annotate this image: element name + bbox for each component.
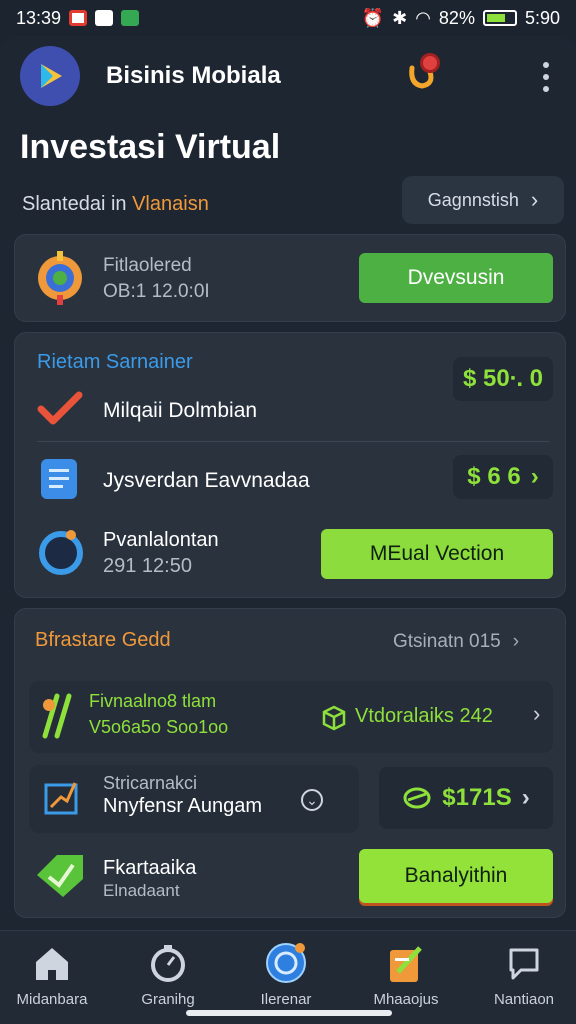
portfolio-card: Bfrastare Gedd Gtsinatn 015 › Fivnaalno8…: [14, 608, 566, 918]
notification-app-icon: [69, 10, 88, 26]
chat-icon: [502, 941, 546, 985]
home-indicator[interactable]: [186, 1010, 392, 1016]
checkmark-icon: [37, 391, 83, 425]
app-logo[interactable]: [20, 46, 80, 106]
home-icon: [30, 941, 74, 985]
page-subtitle: Slantedai in Vlanaisn: [22, 193, 209, 216]
summary-value: $ 50∙. 0: [462, 365, 544, 392]
summary-divider: [37, 441, 549, 442]
chevron-down-icon[interactable]: ⌄: [301, 789, 323, 811]
status-time-left: 13:39: [16, 7, 62, 28]
portfolio-item-1[interactable]: Fivnaalno8 tlam V5o6a5o Soo1oo Vtdoralai…: [29, 681, 553, 753]
nav-item-notes[interactable]: Mhaaojus: [356, 941, 456, 1008]
summary-row3-time: 291 12:50: [103, 555, 192, 577]
notification-messages-icon: [121, 10, 140, 26]
portfolio-header-link[interactable]: Gtsinatn 015 ›: [393, 631, 519, 653]
item3-line1: Fkartaaika: [103, 857, 197, 879]
money-tag-icon: [37, 855, 83, 897]
nav-item-home[interactable]: Midanbara: [2, 941, 102, 1008]
item2-line1: Stricarnakci: [103, 773, 198, 793]
transfer-icon: [403, 787, 431, 809]
item2-line2: Nnyfensr Aungam: [103, 795, 262, 817]
portfolio-section-title: Bfrastare Gedd: [35, 629, 171, 651]
item2-value: $171S: [442, 784, 512, 811]
manual-action-button[interactable]: MEual Vection: [321, 529, 553, 579]
item1-line1: Fivnaalno8 tlam: [89, 691, 217, 711]
nav-label-notes: Mhaaojus: [373, 991, 439, 1008]
chevron-right-icon: ›: [533, 701, 541, 726]
document-icon: [41, 459, 77, 499]
item2-value-pill[interactable]: $171S ›: [379, 767, 553, 829]
app-name: Bisinis Mobiala: [106, 62, 281, 89]
chart-frame-icon: [44, 782, 78, 815]
top-action-label: Gagnnstish: [427, 189, 519, 210]
status-time-right: 5:90: [524, 7, 560, 28]
item3-line2: Elnadaant: [103, 881, 180, 900]
featured-card: Fitlaolered OB:1 12.0:0I Dvevsusin: [14, 234, 566, 322]
summary-card: Rietam Sarnainer $ 50∙. 0 Milqaii Dolmbi…: [14, 332, 566, 598]
featured-time: OB:1 12.0:0I: [103, 281, 210, 302]
portfolio-header-label: Gtsinatn 015: [393, 631, 501, 652]
top-action-button[interactable]: Gagnnstish ›: [402, 176, 564, 224]
more-options-icon[interactable]: [540, 62, 552, 92]
gear-colorful-icon: [38, 251, 82, 305]
bluetooth-icon: ✱: [392, 7, 408, 28]
play-logo-icon: [41, 64, 62, 88]
item1-line2: V5o6a5o Soo1oo: [89, 717, 229, 737]
chevron-right-icon: ›: [521, 784, 530, 811]
subtitle-accent: Vlanaisn: [132, 193, 209, 215]
featured-action-button[interactable]: Dvevsusin: [359, 253, 553, 303]
nav-label-timer: Granihg: [141, 991, 195, 1008]
wifi-icon: ◠: [415, 7, 431, 28]
featured-title: Fitlaolered: [103, 255, 192, 276]
summary-value-pill[interactable]: $ 50∙. 0: [453, 357, 553, 401]
nav-label-chat: Nantiaon: [493, 991, 555, 1008]
chevron-right-icon: ›: [512, 631, 520, 652]
summary-section-title: Rietam Sarnainer: [37, 351, 193, 373]
target-icon: [264, 941, 308, 985]
alarm-icon: ⏰: [361, 7, 385, 28]
nav-label-home: Midanbara: [16, 991, 88, 1008]
page-title: Investasi Virtual: [20, 128, 281, 166]
battery-icon: [482, 10, 517, 26]
item1-right: Vtdoralaiks 242: [355, 705, 493, 727]
subtitle-prefix: Slantedai in: [22, 193, 127, 215]
battery-percent: 82%: [438, 7, 475, 28]
notification-b-icon: [95, 10, 114, 26]
summary-row2-label: Jysverdan Eavvnadaa: [103, 469, 310, 492]
portfolio-item-2[interactable]: Stricarnakci Nnyfensr Aungam ⌄: [29, 765, 359, 833]
tools-icon: [42, 693, 72, 739]
chevron-right-icon: ›: [530, 187, 539, 212]
nav-item-timer[interactable]: Granihg: [118, 941, 218, 1008]
clock-ring-icon: [39, 530, 83, 575]
box-icon: [322, 705, 346, 731]
chevron-right-icon: ›: [530, 463, 539, 490]
summary-row2-value: $ 6 6: [467, 463, 521, 490]
nav-label-target: Ilerenar: [260, 991, 312, 1008]
summary-row3-label: Pvanlalontan: [103, 529, 219, 551]
nav-item-target[interactable]: Ilerenar: [236, 941, 336, 1008]
portfolio-action-button[interactable]: Banalyithin: [359, 849, 553, 903]
summary-row2-pill[interactable]: $ 6 6 ›: [453, 455, 553, 499]
notes-icon: [384, 941, 428, 985]
nav-item-chat[interactable]: Nantiaon: [474, 941, 574, 1008]
notification-badge: [420, 53, 440, 73]
summary-row1-label: Milqaii Dolmbian: [103, 399, 258, 422]
timer-icon: [146, 941, 190, 985]
status-bar: 13:39 ⏰ ✱ ◠ 82% 5:90: [0, 0, 576, 36]
